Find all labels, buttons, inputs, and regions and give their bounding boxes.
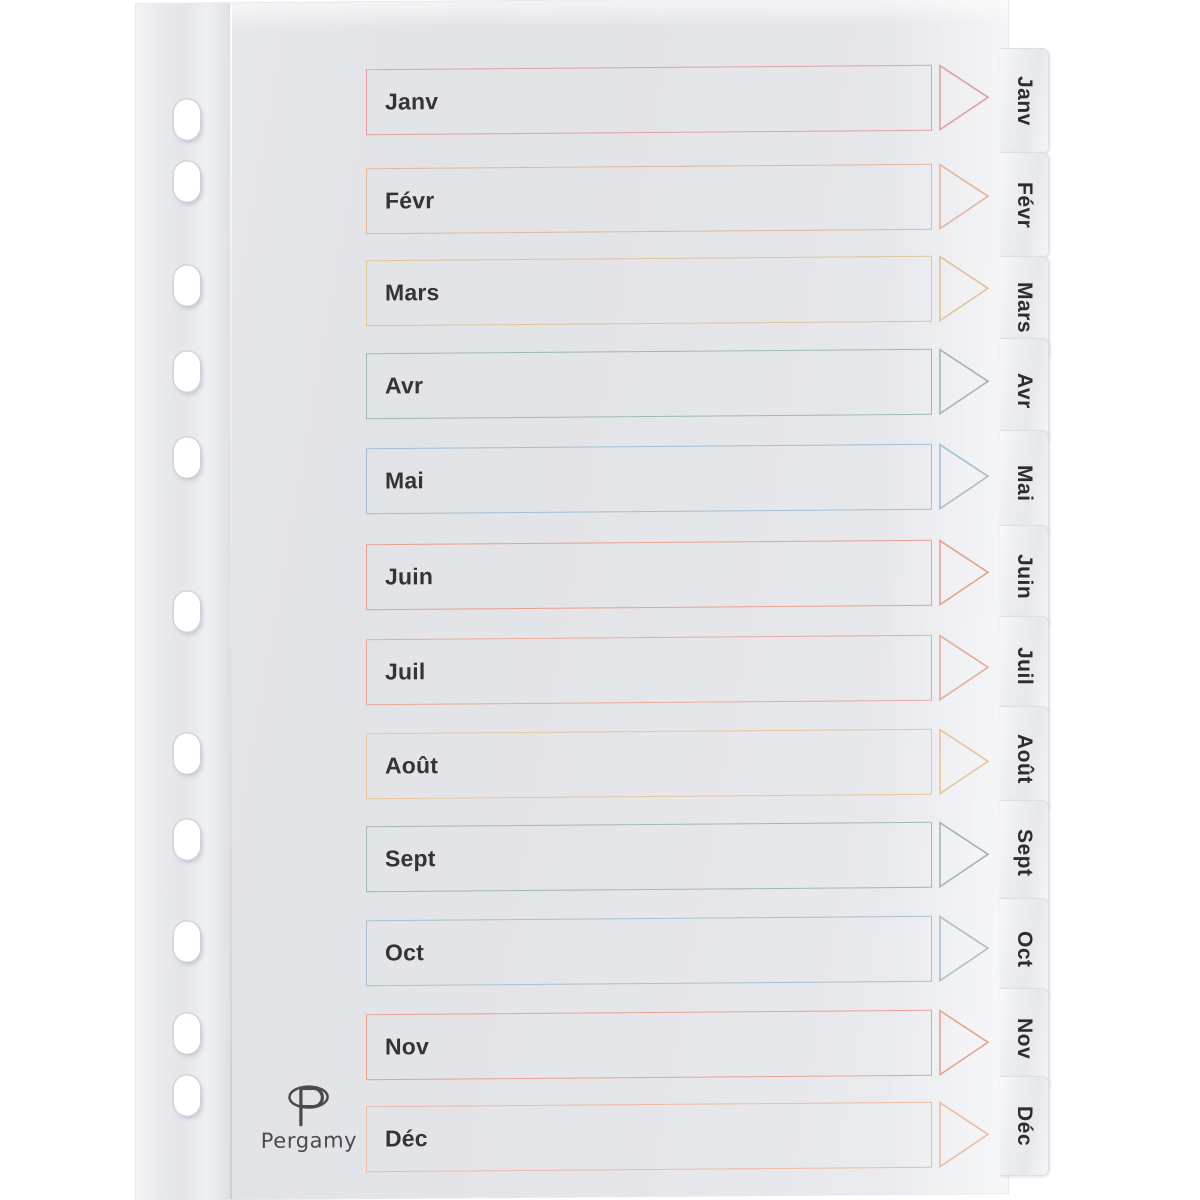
month-row[interactable]: Juil: [366, 634, 990, 706]
month-row[interactable]: Janv: [366, 64, 990, 136]
index-tab-label: Sept: [1013, 829, 1036, 877]
month-write-box[interactable]: Août: [366, 728, 932, 800]
month-label: Sept: [385, 845, 436, 872]
month-row[interactable]: Févr: [366, 163, 990, 235]
index-tab-janv[interactable]: Janv: [1000, 48, 1049, 154]
punch-hole: [174, 733, 200, 774]
punch-hole: [174, 921, 200, 962]
month-label: Mai: [385, 467, 424, 494]
index-tab-label: Févr: [1013, 181, 1036, 229]
index-tab-févr[interactable]: Févr: [1000, 152, 1049, 258]
month-write-box[interactable]: Juin: [366, 539, 932, 611]
month-label: Avr: [385, 372, 424, 399]
index-tab-label: Avr: [1013, 373, 1036, 409]
month-row-list: Janv Févr Mars Avr Mai Juin Juil Août Sept Oct Nov…: [366, 0, 990, 1198]
arrow-right-icon: [938, 1008, 990, 1077]
month-write-box[interactable]: Mai: [366, 443, 932, 515]
punch-hole: [174, 1013, 200, 1054]
month-label: Déc: [385, 1125, 428, 1152]
month-row[interactable]: Mai: [366, 443, 990, 515]
index-tab-oct[interactable]: Oct: [1000, 898, 1049, 1000]
arrow-right-icon: [938, 727, 990, 796]
brand-name: Pergamy: [260, 1128, 358, 1154]
index-tab-mai[interactable]: Mai: [1000, 430, 1049, 536]
month-label: Juil: [385, 658, 426, 685]
index-tab-label: Mai: [1013, 464, 1036, 502]
punch-hole: [174, 1075, 200, 1116]
arrow-right-icon: [938, 1100, 990, 1169]
punch-hole: [174, 437, 200, 478]
punch-hole: [174, 265, 200, 306]
punch-hole: [174, 351, 200, 392]
index-tab-sept[interactable]: Sept: [1000, 800, 1049, 906]
month-row[interactable]: Août: [366, 728, 990, 800]
month-row[interactable]: Mars: [366, 255, 990, 327]
month-row[interactable]: Oct: [366, 915, 990, 987]
arrow-right-icon: [938, 442, 990, 511]
index-tab-label: Juin: [1013, 554, 1036, 600]
month-write-box[interactable]: Janv: [366, 64, 932, 136]
month-row[interactable]: Déc: [366, 1101, 990, 1173]
index-tab-août[interactable]: Août: [1000, 706, 1049, 812]
month-write-box[interactable]: Févr: [366, 163, 932, 235]
index-tab-label: Janv: [1013, 76, 1036, 126]
month-row[interactable]: Sept: [366, 821, 990, 893]
arrow-right-icon: [938, 254, 990, 323]
month-row[interactable]: Nov: [366, 1009, 990, 1081]
index-tab-label: Oct: [1013, 930, 1036, 968]
arrow-right-icon: [938, 820, 990, 889]
index-tab-label: Déc: [1013, 1105, 1036, 1147]
month-write-box[interactable]: Avr: [366, 348, 932, 420]
arrow-right-icon: [938, 538, 990, 607]
arrow-right-icon: [938, 63, 990, 132]
month-row[interactable]: Avr: [366, 348, 990, 420]
index-tab-label: Juil: [1013, 646, 1036, 686]
index-tab-label: Mars: [1013, 282, 1036, 334]
month-label: Mars: [385, 279, 440, 306]
month-label: Févr: [385, 187, 435, 214]
brand-logo: Pergamy: [244, 1084, 374, 1153]
month-write-box[interactable]: Déc: [366, 1101, 932, 1173]
month-label: Août: [385, 752, 439, 779]
index-tab-déc[interactable]: Déc: [1000, 1076, 1049, 1176]
index-tab-avr[interactable]: Avr: [1000, 338, 1049, 444]
month-write-box[interactable]: Nov: [366, 1009, 932, 1081]
month-label: Juin: [385, 563, 434, 590]
arrow-right-icon: [938, 633, 990, 702]
index-tab-juin[interactable]: Juin: [1000, 525, 1049, 629]
arrow-right-icon: [938, 914, 990, 983]
month-write-box[interactable]: Oct: [366, 915, 932, 987]
index-tab-strip: Janv Févr Mars Avr Mai Juin Juil Août Sept Oct Nov…: [1000, 0, 1062, 1200]
month-label: Nov: [385, 1033, 430, 1060]
month-write-box[interactable]: Juil: [366, 634, 932, 706]
month-write-box[interactable]: Sept: [366, 821, 932, 893]
index-tab-juil[interactable]: Juil: [1000, 616, 1049, 716]
index-tab-nov[interactable]: Nov: [1000, 988, 1049, 1090]
punch-hole: [174, 819, 200, 860]
divider-sheet: Janv Févr Mars Avr Mai Juin Juil Août Sept Oct Nov…: [136, 0, 1008, 1200]
arrow-right-icon: [938, 162, 990, 231]
month-write-box[interactable]: Mars: [366, 255, 932, 327]
month-label: Oct: [385, 939, 424, 966]
pergamy-p-ellipse-logo-icon: [288, 1085, 330, 1127]
arrow-right-icon: [938, 347, 990, 416]
punch-hole: [174, 591, 200, 632]
index-tab-label: Août: [1013, 734, 1036, 784]
index-tab-label: Nov: [1013, 1018, 1036, 1060]
punch-hole: [174, 161, 200, 202]
punch-hole: [174, 99, 200, 140]
month-row[interactable]: Juin: [366, 539, 990, 611]
month-label: Janv: [385, 88, 439, 115]
